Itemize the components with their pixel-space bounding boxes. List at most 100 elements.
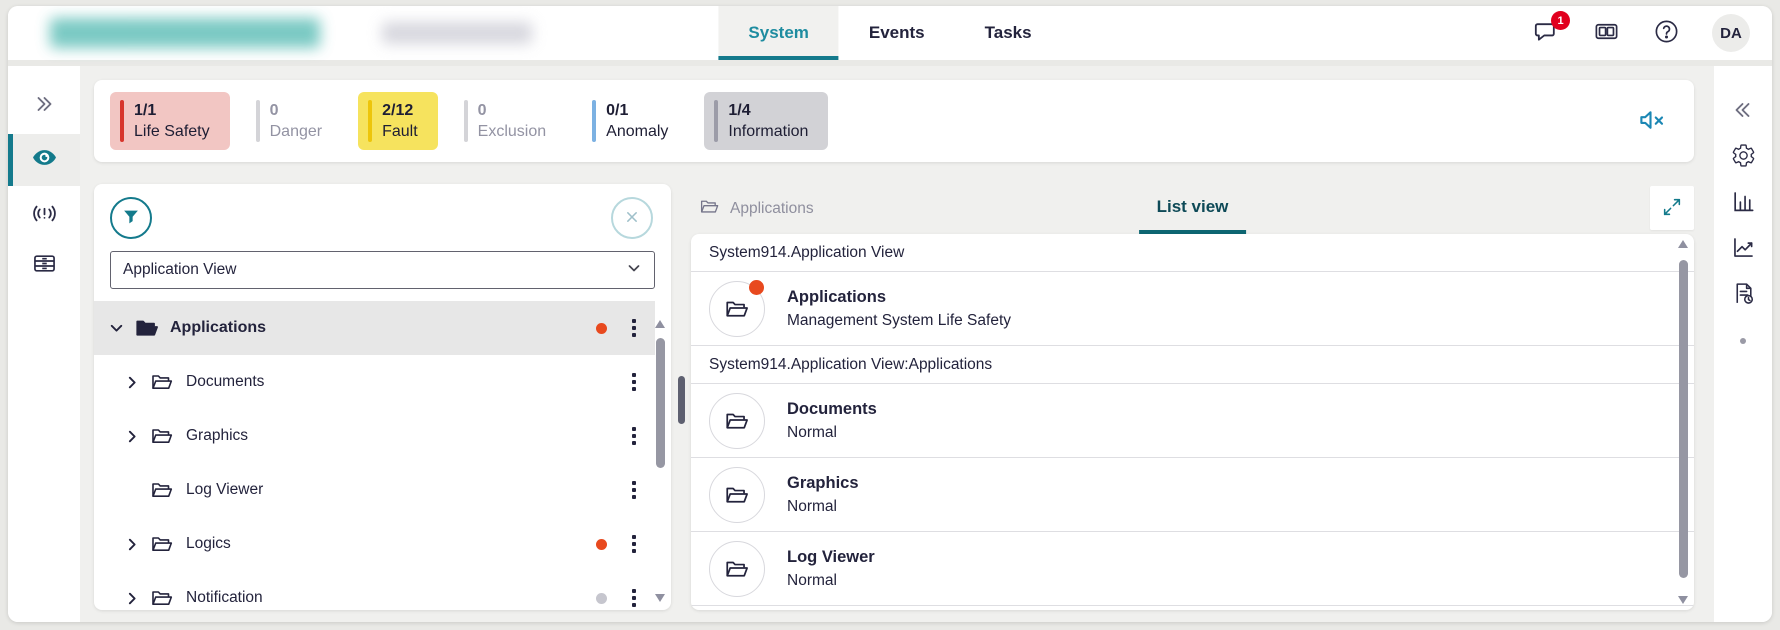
list-item-graphics[interactable]: GraphicsNormal	[691, 458, 1694, 532]
tree-scrollbar[interactable]	[653, 320, 667, 602]
settings-button[interactable]	[1714, 134, 1772, 180]
app-header: System EventsTasks 1 DA	[8, 6, 1772, 60]
filter-button[interactable]	[110, 197, 152, 239]
trend-chart-button[interactable]	[1714, 226, 1772, 272]
tab-events[interactable]: Events	[839, 6, 955, 60]
active-indicator-bar	[8, 134, 13, 186]
collapse-rail-button[interactable]	[1714, 88, 1772, 134]
system-tree: ApplicationsDocumentsGraphicsLog ViewerL…	[94, 301, 655, 610]
tree-item-applications[interactable]: Applications	[94, 301, 655, 355]
folder-avatar	[709, 467, 765, 523]
scroll-down-icon[interactable]	[655, 594, 665, 602]
chevron-down-icon[interactable]	[108, 320, 134, 337]
tab-system[interactable]: System	[718, 6, 838, 60]
folder-icon	[699, 196, 720, 222]
status-tile-fault[interactable]: 2/12Fault	[358, 92, 438, 150]
expand-rail-button[interactable]	[8, 80, 80, 130]
event-summary-bar: 1/1Life Safety 0Danger 2/12Fault 0Exclusion…	[94, 80, 1694, 162]
bar-chart-icon	[1731, 189, 1756, 217]
scroll-up-icon[interactable]	[655, 320, 665, 328]
help-button[interactable]	[1652, 19, 1680, 47]
status-tile-anomaly[interactable]: 0/1Anomaly	[582, 92, 688, 150]
expand-panel-button[interactable]	[1650, 186, 1694, 230]
chevron-right-icon[interactable]	[124, 536, 150, 553]
notifications-button[interactable]: 1	[1532, 19, 1560, 47]
system-browser-panel: Application View ApplicationsDocumentsGr…	[94, 184, 671, 610]
split-view-button[interactable]	[1592, 19, 1620, 47]
status-tile-information[interactable]: 1/4 Information	[704, 92, 828, 150]
panel-splitter-handle[interactable]	[678, 376, 685, 424]
tab-tasks[interactable]: Tasks	[955, 6, 1062, 60]
kebab-menu-icon[interactable]	[625, 427, 643, 445]
status-tile-text: 0/1Anomaly	[606, 102, 668, 141]
main-content: 1/1Life Safety 0Danger 2/12Fault 0Exclusion…	[8, 66, 1772, 622]
view-selector[interactable]: Application View	[110, 251, 655, 289]
notification-badge: 1	[1551, 11, 1570, 30]
kebab-menu-icon[interactable]	[625, 535, 643, 553]
eye-icon	[31, 144, 58, 176]
status-tile-text: 1/4 Information	[728, 102, 808, 141]
kebab-menu-icon[interactable]	[625, 373, 643, 391]
status-tile-danger[interactable]: 0Danger	[246, 92, 342, 150]
severity-bar	[120, 100, 124, 142]
severity-bar	[256, 100, 260, 142]
status-tile-exclusion[interactable]: 0Exclusion	[454, 92, 566, 150]
list-scrollbar[interactable]	[1676, 240, 1690, 604]
bar-chart-button[interactable]	[1714, 180, 1772, 226]
folder-outline-icon	[150, 370, 186, 394]
status-tile-life-safety[interactable]: 1/1Life Safety	[110, 92, 230, 150]
status-label: Exclusion	[478, 123, 546, 141]
event-indicator-dot	[596, 539, 607, 550]
list-item-title: Applications	[787, 288, 1011, 307]
tree-item-graphics[interactable]: Graphics	[94, 409, 655, 463]
list-scrollbar-thumb[interactable]	[1679, 260, 1688, 578]
tree-scrollbar-thumb[interactable]	[656, 338, 665, 468]
scroll-down-icon[interactable]	[1678, 596, 1688, 604]
help-circle-icon	[1653, 18, 1680, 48]
rail-item-alarms[interactable]	[8, 190, 80, 240]
rail-item-system-view[interactable]	[8, 134, 80, 186]
event-indicator-dot	[596, 593, 607, 604]
kebab-menu-icon[interactable]	[625, 589, 643, 607]
breadcrumb-label: Applications	[730, 200, 814, 218]
reports-button[interactable]	[1714, 272, 1772, 318]
kebab-menu-icon[interactable]	[625, 319, 643, 337]
chevron-right-icon[interactable]	[124, 374, 150, 391]
double-chevron-left-icon	[1731, 98, 1755, 125]
tree-item-documents[interactable]: Documents	[94, 355, 655, 409]
chevron-right-icon[interactable]	[124, 428, 150, 445]
tab-list-view[interactable]: List view	[1139, 184, 1247, 234]
scroll-up-icon[interactable]	[1678, 240, 1688, 248]
close-icon	[622, 207, 642, 230]
list-item-log-viewer[interactable]: Log ViewerNormal	[691, 532, 1694, 606]
rail-item-servers[interactable]	[8, 240, 80, 290]
user-avatar[interactable]: DA	[1712, 14, 1750, 52]
list-item-title: Graphics	[787, 474, 859, 493]
status-count: 1/1	[134, 102, 210, 120]
status-label: Fault	[382, 123, 418, 141]
tree-item-log-viewer[interactable]: Log Viewer	[94, 463, 655, 517]
mute-button[interactable]	[1634, 103, 1670, 139]
tree-item-label: Notification	[186, 589, 596, 607]
folder-avatar	[709, 281, 765, 337]
kebab-menu-icon[interactable]	[625, 481, 643, 499]
severity-bar	[714, 100, 718, 142]
status-tile-text: 0Exclusion	[478, 102, 546, 141]
list-item-text: Log ViewerNormal	[787, 548, 875, 590]
chevron-right-icon[interactable]	[124, 590, 150, 607]
list-item-applications[interactable]: ApplicationsManagement System Life Safet…	[691, 272, 1694, 346]
tree-item-notification[interactable]: Notification	[94, 571, 655, 610]
status-label: Danger	[270, 123, 322, 141]
tree-item-logics[interactable]: Logics	[94, 517, 655, 571]
status-label: Information	[728, 123, 808, 141]
list-item-documents[interactable]: DocumentsNormal	[691, 384, 1694, 458]
tab-label: System	[748, 23, 808, 43]
selection-panel-header: Applications List view	[691, 184, 1694, 234]
status-count: 1/4	[728, 102, 808, 120]
severity-bar	[592, 100, 596, 142]
speaker-muted-icon	[1637, 105, 1667, 138]
right-rail	[1714, 66, 1772, 622]
breadcrumb[interactable]: Applications	[699, 196, 814, 222]
clear-filter-button[interactable]	[611, 197, 653, 239]
alarm-signal-icon	[31, 200, 58, 230]
